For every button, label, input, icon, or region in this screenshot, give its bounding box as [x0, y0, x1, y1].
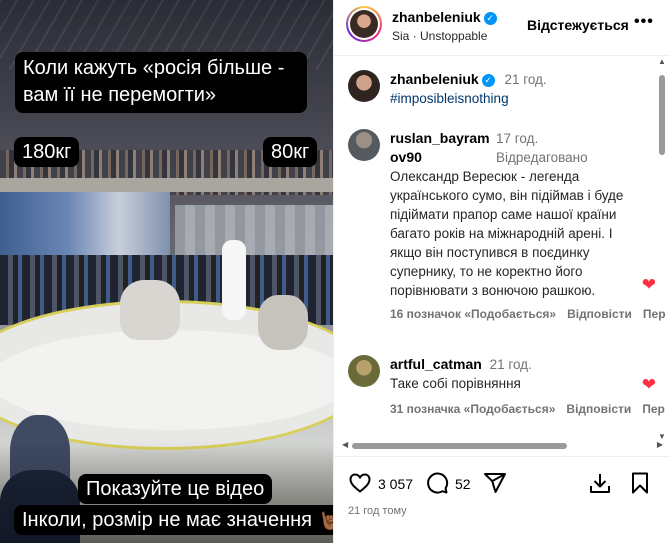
video-caption-bottom-1: Показуйте це відео	[78, 474, 273, 504]
liked-heart-icon[interactable]: ❤	[642, 375, 656, 395]
post-actions: 3 057 52 21 год тому	[334, 456, 670, 543]
wrestler-small	[258, 295, 308, 350]
comment-avatar[interactable]	[348, 129, 380, 161]
post-header: zhanbeleniuk ✓ Sia · Unstoppable Відстежу…	[334, 0, 670, 56]
comment-time[interactable]: 21 год.	[504, 72, 546, 87]
comment-time[interactable]: 17 год.	[496, 129, 538, 148]
author-avatar[interactable]	[346, 6, 382, 42]
weight-label-left: 180кг	[14, 137, 80, 167]
reply-button[interactable]: Відповісти	[567, 307, 632, 321]
arena-banner	[0, 192, 170, 262]
comment-text: Таке собі порівняння	[390, 376, 521, 391]
post-video[interactable]: Коли кажуть «росія більше - вам її не пе…	[0, 0, 333, 543]
hashtag-link[interactable]: #imposibleisnothing	[390, 89, 642, 108]
comment-username[interactable]: zhanbeleniuk	[390, 71, 479, 87]
more-options-icon[interactable]: •••	[634, 13, 654, 31]
comment-meta: 31 позначка «Подобається» Відповісти Пер	[390, 400, 665, 419]
comments-count[interactable]: 52	[455, 476, 471, 492]
comment-username[interactable]: ruslan_bayram	[390, 129, 490, 148]
comment-bubble-icon[interactable]	[425, 471, 449, 500]
liked-heart-icon[interactable]: ❤	[642, 275, 656, 295]
comment-likes[interactable]: 31 позначка «Подобається»	[390, 402, 555, 416]
comment-edited: Відредаговано	[496, 150, 588, 165]
share-paper-plane-icon[interactable]	[483, 471, 507, 500]
video-caption-bottom-2: Інколи, розмір не має значення 🤘🏾	[14, 505, 333, 535]
comment-username[interactable]: artful_catman	[390, 356, 482, 372]
following-button[interactable]: Відстежується	[527, 17, 629, 33]
like-heart-icon[interactable]	[348, 471, 372, 500]
arena-banner-right	[175, 205, 333, 255]
comment-username-cont[interactable]: ov90	[390, 148, 422, 167]
post-timestamp[interactable]: 21 год тому	[348, 505, 407, 517]
video-caption-top: Коли кажуть «росія більше - вам її не пе…	[15, 52, 307, 113]
verified-badge-icon: ✓	[481, 74, 495, 87]
author-username[interactable]: zhanbeleniuk	[392, 9, 481, 25]
comment-likes[interactable]: 16 позначок «Подобається»	[390, 307, 556, 321]
comment-avatar[interactable]	[348, 70, 380, 102]
scroll-thumb[interactable]	[352, 443, 567, 449]
scroll-right-icon[interactable]: ▶	[657, 440, 663, 449]
author-name-row: zhanbeleniuk ✓	[392, 9, 497, 27]
comment-avatar[interactable]	[348, 355, 380, 387]
comment-time[interactable]: 21 год.	[490, 357, 532, 372]
comment-text: Олександр Вересюк - легенда українського…	[390, 169, 624, 298]
arena-balcony	[0, 178, 333, 192]
vertical-scrollbar[interactable]: ▲ ▼	[657, 57, 667, 441]
scroll-thumb[interactable]	[659, 75, 665, 155]
referee	[222, 240, 246, 320]
horizontal-scrollbar[interactable]: ◀ ▶	[342, 440, 663, 451]
post-sidebar: zhanbeleniuk ✓ Sia · Unstoppable Відстежу…	[333, 0, 670, 543]
weight-label-right: 80кг	[263, 137, 318, 167]
comments-list: zhanbeleniuk ✓ 21 год. #imposibleisnothin…	[334, 57, 670, 441]
audio-track[interactable]: Sia · Unstoppable	[392, 29, 487, 43]
scroll-up-icon[interactable]: ▲	[658, 57, 666, 66]
verified-badge-icon: ✓	[483, 12, 497, 25]
reply-button[interactable]: Відповісти	[566, 402, 631, 416]
wrestler-large	[120, 280, 180, 340]
comment-meta: 16 позначок «Подобається» Відповісти Пер	[390, 305, 666, 324]
download-icon[interactable]	[588, 471, 612, 500]
scroll-left-icon[interactable]: ◀	[342, 440, 348, 449]
save-bookmark-icon[interactable]	[628, 471, 652, 500]
likes-count[interactable]: 3 057	[378, 476, 413, 492]
